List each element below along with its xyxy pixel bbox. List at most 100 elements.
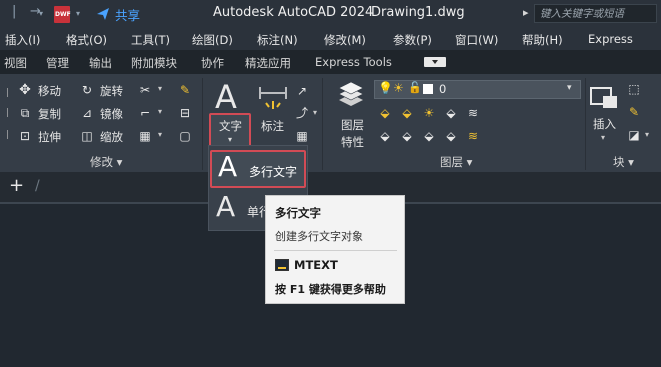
- panel-separator: [585, 78, 586, 170]
- tooltip-title: 多行文字: [275, 206, 321, 220]
- text-dropdown-button[interactable]: 文字 ▾: [209, 113, 251, 149]
- app-title: Autodesk AutoCAD 2024: [213, 5, 374, 20]
- mirror-label: 镜像: [100, 107, 123, 121]
- insert-block-icon[interactable]: [589, 80, 621, 112]
- tooltip-divider: [274, 250, 397, 251]
- layer-copy-icon[interactable]: ≋: [466, 129, 480, 143]
- create-block-icon[interactable]: ⬚: [627, 82, 641, 96]
- layer-merge-icon[interactable]: ⬙: [444, 129, 458, 143]
- array-dropdown-icon[interactable]: ▾: [158, 130, 162, 139]
- ribbon-minimize-button[interactable]: [424, 57, 446, 67]
- tab-express-tools[interactable]: Express Tools: [315, 55, 392, 69]
- expand-arrow-icon[interactable]: ▸: [523, 6, 529, 19]
- layer-previous-icon[interactable]: ⬙: [400, 129, 414, 143]
- menu-tools[interactable]: 工具(T): [131, 32, 170, 48]
- tab-output[interactable]: 输出: [89, 55, 112, 71]
- share-icon[interactable]: [96, 7, 110, 21]
- tab-collaborate[interactable]: 协作: [201, 55, 224, 71]
- multiline-text-menu-item[interactable]: A 多行文字: [210, 150, 306, 188]
- menu-express[interactable]: Express: [588, 32, 633, 46]
- panel-title-block[interactable]: 块 ▾: [613, 154, 634, 170]
- menu-format[interactable]: 格式(O): [66, 32, 107, 48]
- linear-dimension-icon[interactable]: [258, 83, 288, 111]
- erase-icon[interactable]: ✎: [178, 83, 192, 97]
- panel-edge-marker: |: [6, 88, 10, 98]
- search-input[interactable]: 键入关键字或短语: [534, 4, 657, 23]
- mirror-icon: ⊿: [81, 106, 93, 120]
- insert-dropdown-icon[interactable]: ▾: [601, 133, 605, 142]
- multiline-text-label: 多行文字: [249, 165, 298, 179]
- undo-dropdown-icon[interactable]: ▾: [39, 9, 43, 18]
- stretch-label: 拉伸: [38, 130, 61, 144]
- layer-properties-label-1: 图层: [341, 118, 364, 132]
- layer-off-icon[interactable]: ☀: [422, 106, 436, 120]
- text-button-label: 文字: [219, 119, 242, 133]
- menu-dimension[interactable]: 标注(N): [257, 32, 298, 48]
- tab-featured-apps[interactable]: 精选应用: [245, 55, 291, 71]
- menu-window[interactable]: 窗口(W): [455, 32, 498, 48]
- explode-icon[interactable]: ⊟: [178, 106, 192, 120]
- tab-view[interactable]: 视图: [4, 55, 27, 71]
- leader-dropdown-icon[interactable]: ▾: [313, 108, 317, 117]
- mtext-tooltip: 多行文字 创建多行文字对象 MTEXT 按 F1 键获得更多帮助: [265, 195, 405, 304]
- layer-properties-icon[interactable]: [336, 80, 366, 110]
- fillet-icon[interactable]: ⌐: [138, 106, 152, 120]
- new-drawing-button[interactable]: +: [9, 175, 24, 196]
- stretch-icon: ⊡: [19, 129, 31, 143]
- menu-modify[interactable]: 修改(M): [324, 32, 366, 48]
- menu-draw[interactable]: 绘图(D): [192, 32, 233, 48]
- dwf-publish-icon[interactable]: DWF: [54, 6, 71, 23]
- panel-edge-marker: |: [6, 130, 10, 140]
- tab-manage[interactable]: 管理: [46, 55, 69, 71]
- tooltip-help-key: F1: [289, 283, 306, 296]
- menu-parametric[interactable]: 参数(P): [393, 32, 432, 48]
- tooltip-help-line: 按 F1 键获得更多帮助: [275, 281, 386, 297]
- panel-separator: [202, 78, 203, 170]
- layer-thaw-icon: ☀: [393, 81, 404, 95]
- move-icon: ✥: [19, 82, 31, 98]
- text-large-icon[interactable]: A: [215, 78, 237, 116]
- multileader-icon[interactable]: ⤴: [295, 106, 309, 120]
- scale-label: 缩放: [100, 130, 123, 144]
- trim-icon[interactable]: ✂: [138, 83, 152, 97]
- panel-edge-marker: |: [6, 108, 10, 118]
- layer-isolate-icon[interactable]: ⬙: [378, 106, 392, 120]
- panel-separator: [322, 78, 323, 170]
- move-label: 移动: [38, 84, 61, 98]
- tooltip-help-prefix: 按: [275, 283, 290, 296]
- copy-label: 复制: [38, 107, 61, 121]
- table-icon[interactable]: ▦: [295, 129, 309, 143]
- insert-button[interactable]: 插入: [593, 116, 616, 132]
- command-line-icon: [275, 259, 289, 271]
- layer-properties-label-2: 特性: [341, 135, 364, 149]
- layer-dropdown[interactable]: 💡 ☀ 🔓 0 ▾: [374, 80, 581, 99]
- layer-match-icon[interactable]: ⬙: [378, 129, 392, 143]
- dimension-button[interactable]: 标注: [261, 118, 284, 134]
- array-icon[interactable]: ▦: [138, 129, 152, 143]
- edit-block-icon[interactable]: ✎: [627, 105, 641, 119]
- scale-icon: ◫: [81, 129, 93, 143]
- layer-freeze-icon[interactable]: ⬙: [400, 106, 414, 120]
- leader-icon[interactable]: ↗: [295, 84, 309, 98]
- tab-addins[interactable]: 附加模块: [131, 55, 177, 71]
- single-line-text-icon: A: [216, 190, 236, 223]
- offset-icon[interactable]: ▢: [178, 129, 192, 143]
- attributes-dropdown-icon[interactable]: ▾: [645, 130, 649, 139]
- dwf-badge-label: DWF: [55, 11, 71, 18]
- panel-title-layers[interactable]: 图层 ▾: [440, 154, 472, 170]
- rotate-icon: ↻: [81, 83, 93, 97]
- tooltip-description: 创建多行文字对象: [275, 230, 363, 243]
- fillet-dropdown-icon[interactable]: ▾: [158, 107, 162, 116]
- publish-dropdown-icon[interactable]: ▾: [76, 9, 80, 18]
- menu-help[interactable]: 帮助(H): [522, 32, 563, 48]
- menu-insert[interactable]: 插入(I): [5, 32, 40, 48]
- edit-attributes-icon[interactable]: ◪: [627, 128, 641, 142]
- chevron-down-icon: ▾: [567, 83, 572, 93]
- layer-unlock-icon: 🔓: [408, 81, 422, 94]
- layer-walk-icon[interactable]: ≋: [466, 106, 480, 120]
- share-button[interactable]: 共享: [115, 5, 140, 24]
- trim-dropdown-icon[interactable]: ▾: [158, 84, 162, 93]
- layer-unisolate-icon[interactable]: ⬙: [422, 129, 436, 143]
- panel-title-modify[interactable]: 修改 ▾: [90, 154, 122, 170]
- layer-lock-icon[interactable]: ⬙: [444, 106, 458, 120]
